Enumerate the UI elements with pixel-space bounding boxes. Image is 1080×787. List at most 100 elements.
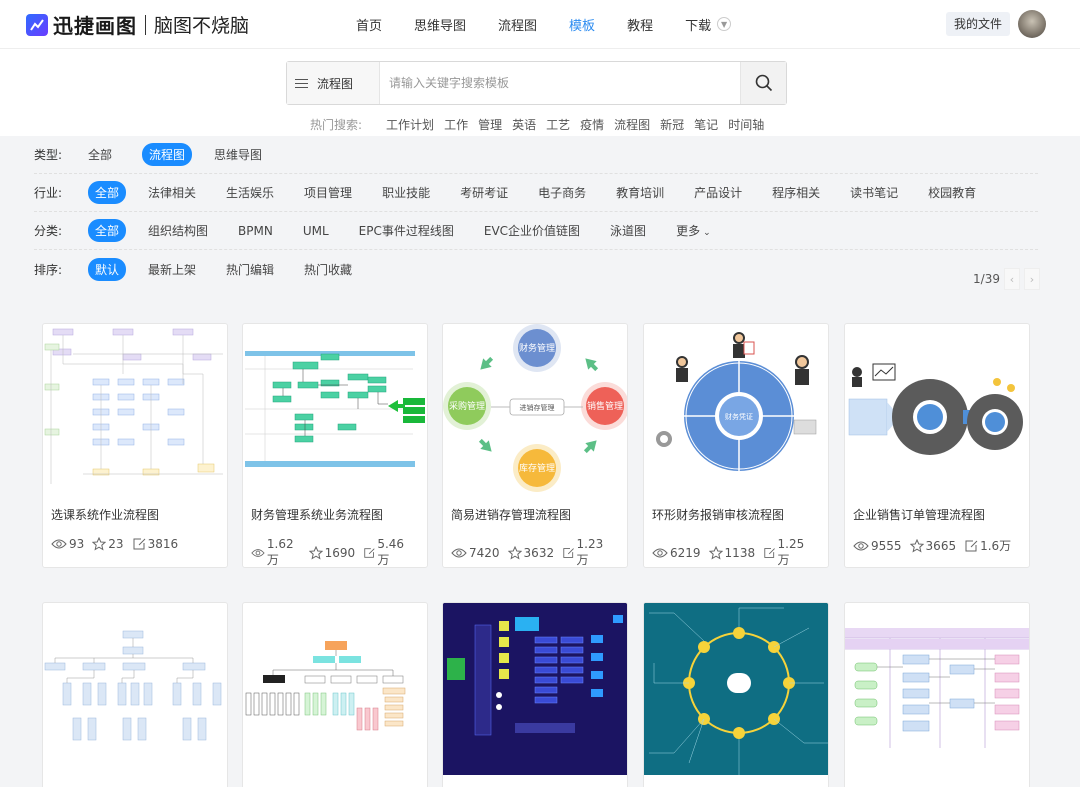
nav-download[interactable]: 下载 ▼ bbox=[685, 15, 732, 34]
hot-term[interactable]: 英语 bbox=[512, 116, 536, 133]
template-card[interactable] bbox=[844, 602, 1030, 787]
hot-term[interactable]: 时间轴 bbox=[728, 116, 764, 133]
my-files-button[interactable]: 我的文件 bbox=[945, 12, 1010, 36]
hot-term[interactable]: 疫情 bbox=[580, 116, 604, 133]
template-card[interactable]: 选课系统作业流程图 93 23 3816 bbox=[42, 323, 228, 568]
hot-term[interactable]: 管理 bbox=[478, 116, 502, 133]
template-thumbnail bbox=[43, 603, 227, 775]
stars-stat[interactable]: 1138 bbox=[708, 545, 755, 560]
search-section: 流程图 热门搜索: 工作计划 工作 管理 英语 工艺 疫情 流程图 新冠 笔记 … bbox=[0, 48, 1080, 136]
template-card[interactable] bbox=[643, 602, 829, 787]
next-page-button[interactable]: › bbox=[1024, 268, 1040, 290]
chevron-down-icon: ▼ bbox=[717, 17, 732, 31]
filter-industry-item[interactable]: 读书笔记 bbox=[850, 181, 898, 204]
filter-category-item[interactable]: 泳道图 bbox=[610, 219, 646, 242]
filter-industry-item[interactable]: 全部 bbox=[88, 181, 127, 204]
template-stats: 9555 3665 1.6万 bbox=[845, 537, 1029, 554]
filter-category-item[interactable]: EPC事件过程线图 bbox=[359, 219, 454, 242]
sort-item[interactable]: 热门收藏 bbox=[304, 258, 352, 281]
filter-industry-item[interactable]: 项目管理 bbox=[304, 181, 352, 204]
more-label: 更多 bbox=[676, 224, 701, 238]
filter-industry-item[interactable]: 校园教育 bbox=[928, 181, 976, 204]
template-card[interactable] bbox=[442, 602, 628, 787]
nav-home[interactable]: 首页 bbox=[356, 15, 382, 34]
edit-icon bbox=[364, 547, 375, 558]
nav-mindmap[interactable]: 思维导图 bbox=[414, 15, 466, 34]
filter-row-type: 类型: 全部 流程图 思维导图 bbox=[34, 136, 1038, 174]
hot-term[interactable]: 新冠 bbox=[660, 116, 684, 133]
stars-count: 23 bbox=[108, 537, 124, 551]
filter-industry-item[interactable]: 教育培训 bbox=[616, 181, 664, 204]
template-card[interactable]: 财务管理系统业务流程图 1.62万 1690 5.46万 bbox=[242, 323, 428, 568]
thumb-purchase-label: 采购管理 bbox=[449, 400, 485, 412]
views-stat: 9555 bbox=[853, 539, 902, 553]
eye-icon bbox=[51, 539, 67, 549]
sort-item[interactable]: 最新上架 bbox=[148, 258, 196, 281]
template-card[interactable]: 财务凭证 环形财务报销审核流程图 6219 1138 1.25万 bbox=[643, 323, 829, 568]
template-card[interactable] bbox=[242, 602, 428, 787]
hot-term[interactable]: 工作 bbox=[444, 116, 468, 133]
filter-category-more[interactable]: 更多 ⌄ bbox=[676, 219, 711, 242]
thumb-ring-center: 财务凭证 bbox=[725, 412, 753, 421]
stars-stat[interactable]: 3632 bbox=[507, 545, 554, 560]
filter-row-category: 分类: 全部 组织结构图 BPMN UML EPC事件过程线图 EVC企业价值链… bbox=[34, 212, 1038, 250]
views-stat: 93 bbox=[51, 537, 84, 551]
thumb-center-label: 进销存管理 bbox=[520, 403, 555, 412]
filter-type-all[interactable]: 全部 bbox=[88, 143, 112, 166]
star-icon bbox=[92, 537, 107, 551]
filter-industry-item[interactable]: 职业技能 bbox=[382, 181, 430, 204]
edits-count: 1.6万 bbox=[980, 539, 1012, 553]
filter-industry-item[interactable]: 生活娱乐 bbox=[226, 181, 274, 204]
eye-icon bbox=[451, 548, 467, 557]
filter-type-flowchart[interactable]: 流程图 bbox=[142, 143, 193, 166]
nav-templates[interactable]: 模板 bbox=[569, 15, 595, 34]
edits-count: 5.46万 bbox=[377, 537, 405, 567]
filter-category-item[interactable]: 组织结构图 bbox=[148, 219, 208, 242]
sort-item[interactable]: 热门编辑 bbox=[226, 258, 274, 281]
search-box: 流程图 bbox=[286, 61, 787, 105]
filter-label: 分类: bbox=[34, 224, 63, 238]
filter-category-item[interactable]: BPMN bbox=[238, 221, 273, 241]
stars-count: 1690 bbox=[324, 545, 356, 560]
template-thumbnail bbox=[243, 324, 427, 496]
stars-stat[interactable]: 3665 bbox=[909, 538, 956, 553]
template-thumbnail: 财务管理 采购管理 销售管理 库存管理 进销存管理 bbox=[443, 324, 627, 496]
filter-industry-item[interactable]: 程序相关 bbox=[772, 181, 820, 204]
nav-flowchart[interactable]: 流程图 bbox=[498, 15, 537, 34]
search-input[interactable] bbox=[380, 62, 740, 104]
filter-type-mindmap[interactable]: 思维导图 bbox=[214, 143, 262, 166]
sort-item[interactable]: 默认 bbox=[88, 257, 127, 281]
template-card[interactable]: 企业销售订单管理流程图 9555 3665 1.6万 bbox=[844, 323, 1030, 568]
filter-category-item[interactable]: UML bbox=[303, 221, 329, 241]
filter-industry-item[interactable]: 法律相关 bbox=[148, 181, 196, 204]
edits-stat: 1.23万 bbox=[562, 537, 611, 567]
search-button[interactable] bbox=[740, 62, 786, 104]
star-icon bbox=[909, 538, 924, 553]
top-header: 迅捷画图 脑图不烧脑 首页 思维导图 流程图 模板 教程 下载 ▼ 我的文件 bbox=[0, 0, 1080, 48]
filter-label: 行业: bbox=[34, 186, 63, 200]
filter-category-item[interactable]: EVC企业价值链图 bbox=[484, 219, 580, 242]
logo-icon bbox=[26, 13, 48, 36]
stars-stat[interactable]: 1690 bbox=[308, 545, 356, 560]
nav-tutorial[interactable]: 教程 bbox=[627, 15, 653, 34]
template-thumbnail bbox=[644, 603, 828, 775]
prev-page-button[interactable]: ‹ bbox=[1004, 268, 1020, 290]
template-title: 环形财务报销审核流程图 bbox=[652, 508, 785, 522]
avatar[interactable] bbox=[1018, 10, 1046, 38]
stars-stat[interactable]: 23 bbox=[92, 537, 124, 551]
edits-stat: 1.25万 bbox=[763, 537, 812, 567]
template-title: 选课系统作业流程图 bbox=[51, 508, 160, 522]
hot-term[interactable]: 工作计划 bbox=[386, 116, 434, 133]
search-icon bbox=[755, 74, 772, 92]
filter-category-item[interactable]: 全部 bbox=[88, 219, 127, 242]
template-card[interactable]: 财务管理 采购管理 销售管理 库存管理 进销存管理 简易进销存管理流程图 742… bbox=[442, 323, 628, 568]
filter-industry-item[interactable]: 考研考证 bbox=[460, 181, 508, 204]
search-type-select[interactable]: 流程图 bbox=[287, 62, 380, 104]
hot-term[interactable]: 工艺 bbox=[546, 116, 570, 133]
brand-logo[interactable]: 迅捷画图 脑图不烧脑 bbox=[26, 10, 249, 39]
filter-industry-item[interactable]: 电子商务 bbox=[538, 181, 586, 204]
template-card[interactable] bbox=[42, 602, 228, 787]
hot-term[interactable]: 流程图 bbox=[614, 116, 650, 133]
filter-industry-item[interactable]: 产品设计 bbox=[694, 181, 742, 204]
hot-term[interactable]: 笔记 bbox=[694, 116, 718, 133]
